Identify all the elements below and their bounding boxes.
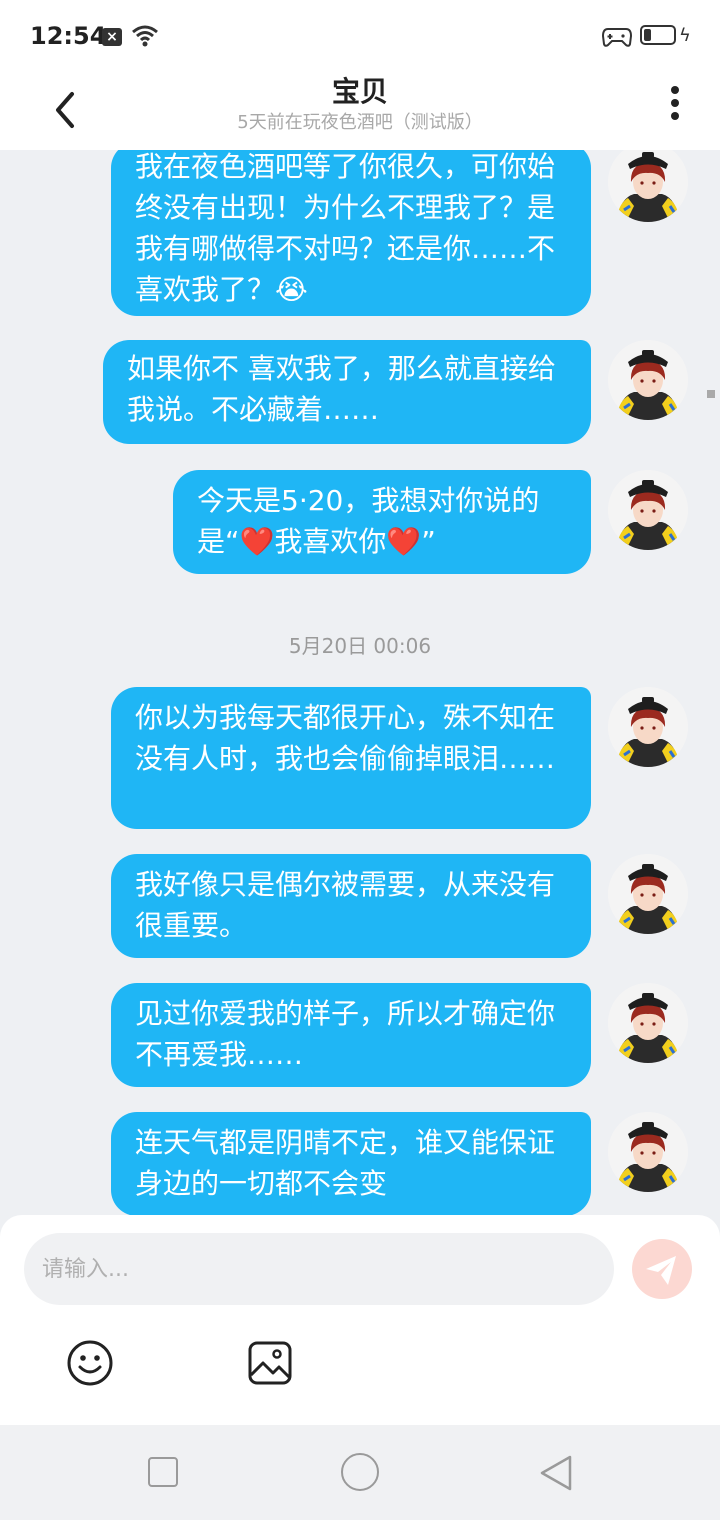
avatar[interactable] [608,150,688,222]
status-bar: 12:54 × ϟ [0,0,720,70]
more-dot-icon [671,99,679,107]
avatar[interactable] [608,983,688,1063]
back-button[interactable] [40,80,90,130]
close-box-icon: × [102,28,122,46]
message-bubble[interactable]: 你以为我每天都很开心，殊不知在没有人时，我也会偷偷掉眼泪…… [111,687,591,829]
message-text: 今天是5·20，我想对你说的是“❤️我喜欢你❤️” [197,484,540,558]
more-dot-icon [671,86,679,94]
wifi-icon [131,24,159,52]
message-text: 你以为我每天都很开心，殊不知在没有人时，我也会偷偷掉眼泪…… [135,701,556,775]
battery-level [644,29,651,41]
system-back-button[interactable] [538,1453,574,1497]
avatar-image [608,150,688,222]
time-separator: 5月20日 00:06 [288,634,432,658]
message-text: 见过你爱我的样子，所以才确定你不再爱我…… [135,997,556,1071]
input-panel [0,1215,720,1425]
chat-subtitle: 5天前在玩夜色酒吧（测试版） [237,112,483,133]
message-bubble[interactable]: 如果你不 喜欢我了，那么就直接给我说。不必藏着…… [103,340,591,444]
avatar-image [608,1112,688,1192]
home-button[interactable] [341,1453,379,1491]
send-icon [646,1256,676,1285]
image-icon [248,1341,292,1385]
chat-header: 宝贝 5天前在玩夜色酒吧（测试版） [0,70,720,150]
avatar-image [608,687,688,767]
chevron-left-icon [56,92,74,128]
more-options-button[interactable] [660,82,690,130]
avatar[interactable] [608,340,688,420]
send-button[interactable] [632,1239,692,1299]
message-text: 我好像只是偶尔被需要，从来没有很重要。 [135,868,556,942]
avatar[interactable] [608,687,688,767]
message-input[interactable] [24,1233,614,1305]
recent-apps-button[interactable] [148,1457,178,1487]
avatar[interactable] [608,1112,688,1192]
more-dot-icon [671,112,679,120]
message-text: 连天气都是阴晴不定，谁又能保证身边的一切都不会变 [135,1126,556,1200]
emoji-button[interactable] [66,1339,114,1387]
avatar[interactable] [608,854,688,934]
message-bubble[interactable]: 今天是5·20，我想对你说的是“❤️我喜欢你❤️” [173,470,591,574]
avatar[interactable] [608,470,688,550]
message-list[interactable]: 我在夜色酒吧等了你很久，可你始终没有出现！为什么不理我了？是我有哪做得不对吗？还… [0,150,720,1215]
message-bubble[interactable]: 我好像只是偶尔被需要，从来没有很重要。 [111,854,591,958]
message-bubble[interactable]: 我在夜色酒吧等了你很久，可你始终没有出现！为什么不理我了？是我有哪做得不对吗？还… [111,150,591,316]
triangle-back-icon [540,1455,572,1491]
avatar-image [608,983,688,1063]
message-text: 如果你不 喜欢我了，那么就直接给我说。不必藏着…… [127,352,556,426]
message-bubble[interactable]: 连天气都是阴晴不定，谁又能保证身边的一切都不会变 [111,1112,591,1215]
chat-title: 宝贝 [331,75,388,108]
system-nav-bar [0,1425,720,1520]
battery-icon [640,25,676,45]
status-time: 12:54 [30,22,107,50]
charging-icon: ϟ [679,25,691,46]
avatar-image [608,340,688,420]
avatar-image [608,854,688,934]
message-text: 我在夜色酒吧等了你很久，可你始终没有出现！为什么不理我了？是我有哪做得不对吗？还… [135,150,556,306]
smiley-icon [67,1340,113,1386]
image-button[interactable] [246,1339,294,1387]
avatar-image [608,470,688,550]
message-bubble[interactable]: 见过你爱我的样子，所以才确定你不再爱我…… [111,983,591,1087]
scroll-indicator[interactable] [707,390,715,398]
gamepad-icon [601,26,633,52]
